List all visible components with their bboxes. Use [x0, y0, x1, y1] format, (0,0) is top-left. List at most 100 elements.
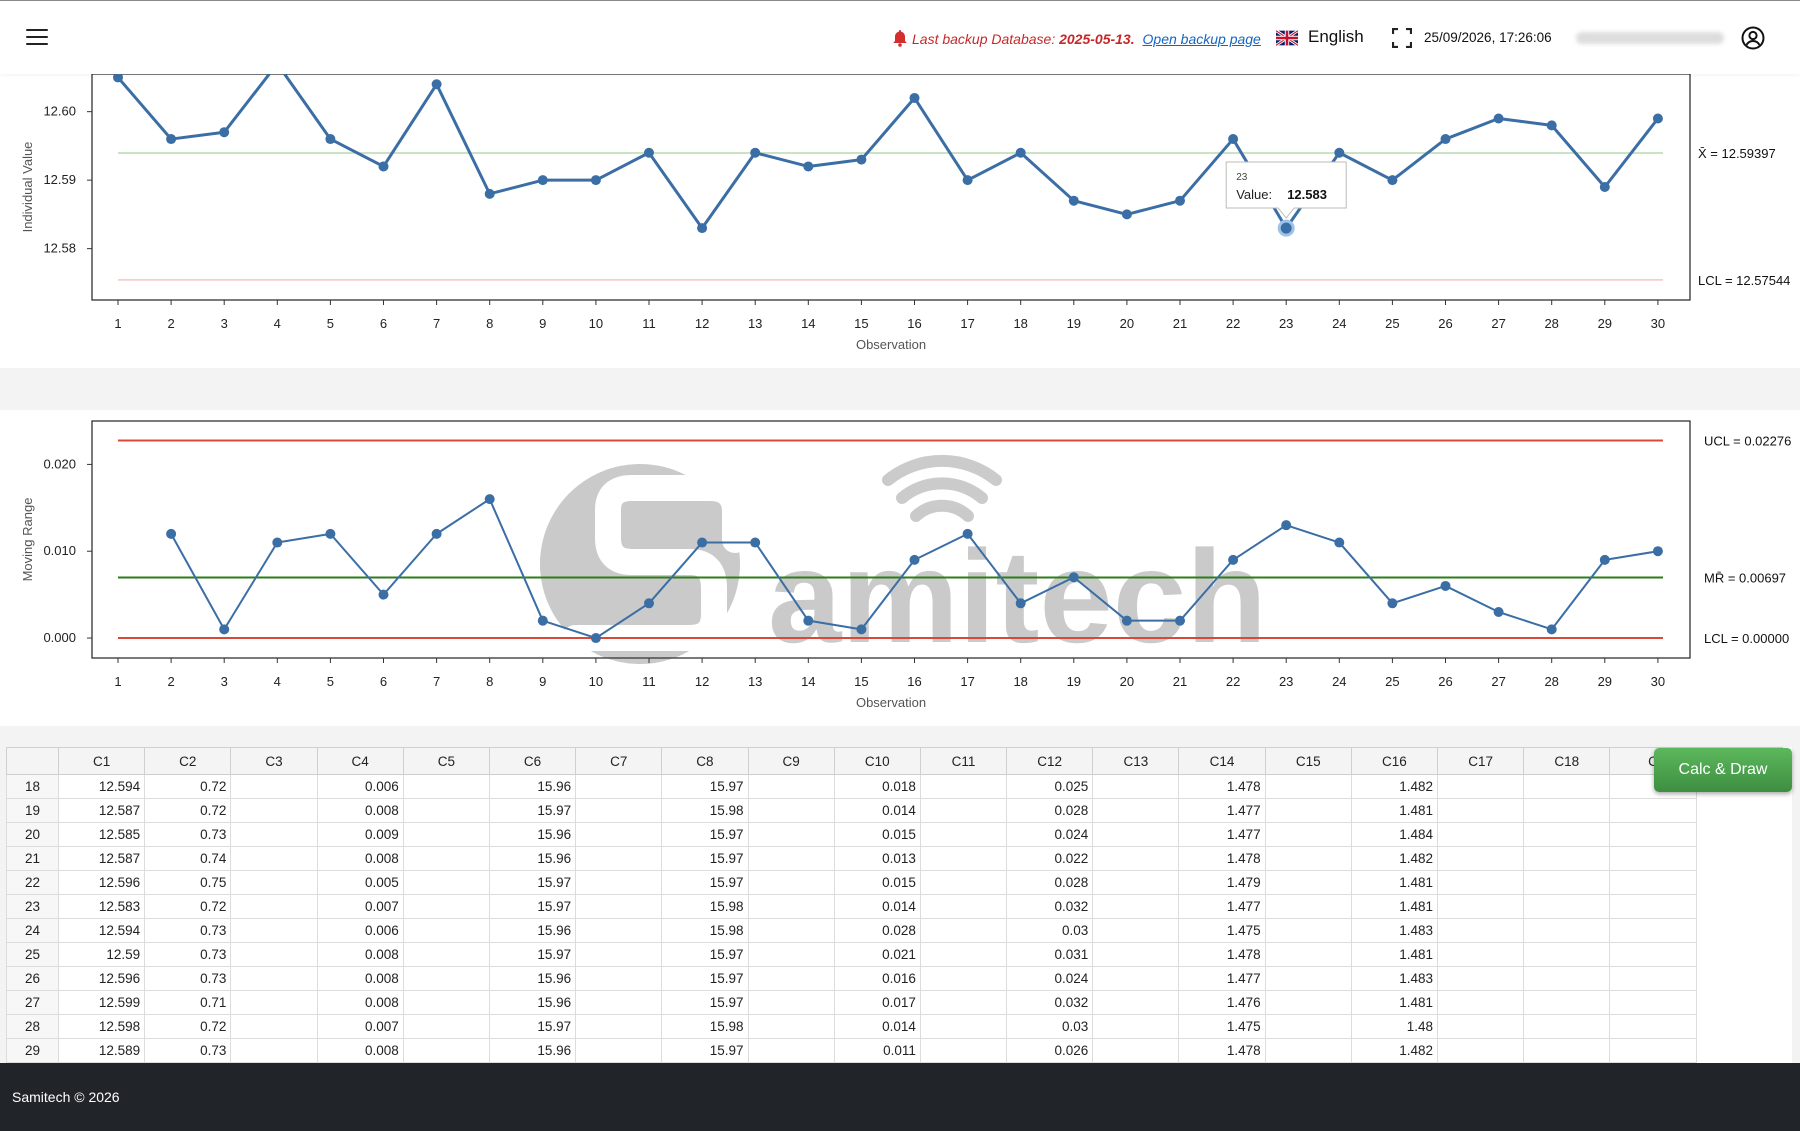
table-cell[interactable] [919, 870, 1008, 895]
table-cell[interactable] [1092, 918, 1180, 943]
table-cell[interactable]: 15.97 [488, 870, 577, 895]
table-cell[interactable]: 0.014 [833, 798, 921, 823]
table-cell[interactable] [1436, 1014, 1525, 1039]
table-cell[interactable] [747, 846, 835, 871]
table-cell[interactable] [1264, 1014, 1352, 1039]
table-cell[interactable] [575, 1014, 663, 1039]
column-header[interactable]: C10 [833, 747, 921, 775]
table-cell[interactable]: 0.032 [1006, 990, 1094, 1015]
table-cell[interactable] [747, 774, 835, 799]
table-cell[interactable] [1092, 774, 1180, 799]
table-cell[interactable]: 0.014 [833, 894, 921, 919]
table-cell[interactable] [575, 966, 663, 991]
table-cell[interactable] [747, 990, 835, 1015]
table-cell[interactable] [1264, 894, 1352, 919]
column-header[interactable]: C7 [575, 747, 663, 775]
table-cell[interactable] [1609, 870, 1697, 895]
table-cell[interactable]: 1.481 [1350, 990, 1439, 1015]
table-cell[interactable]: 0.017 [833, 990, 921, 1015]
table-cell[interactable] [1436, 822, 1525, 847]
table-cell[interactable]: 15.97 [661, 942, 749, 967]
table-cell[interactable]: 0.028 [833, 918, 921, 943]
table-cell[interactable]: 15.97 [488, 894, 577, 919]
table-cell[interactable] [230, 990, 318, 1015]
table-cell[interactable] [1264, 798, 1352, 823]
table-cell[interactable]: 15.97 [488, 942, 577, 967]
column-header[interactable]: C16 [1350, 747, 1439, 775]
table-cell[interactable]: 15.96 [488, 918, 577, 943]
column-header[interactable]: C6 [488, 747, 577, 775]
table-cell[interactable] [1264, 846, 1352, 871]
table-cell[interactable] [575, 870, 663, 895]
table-cell[interactable] [747, 870, 835, 895]
column-header[interactable]: C18 [1523, 747, 1611, 775]
table-cell[interactable]: 1.484 [1350, 822, 1439, 847]
table-cell[interactable]: 0.032 [1006, 894, 1094, 919]
table-cell[interactable]: 1.476 [1178, 990, 1266, 1015]
table-cell[interactable] [1609, 822, 1697, 847]
table-cell[interactable]: 1.477 [1178, 798, 1266, 823]
table-cell[interactable] [1523, 774, 1611, 799]
user-account-icon[interactable] [1741, 26, 1765, 50]
table-cell[interactable] [1523, 894, 1611, 919]
table-cell[interactable]: 0.72 [144, 894, 232, 919]
table-cell[interactable]: 0.008 [316, 846, 404, 871]
table-cell[interactable] [575, 942, 663, 967]
table-cell[interactable] [230, 894, 318, 919]
table-cell[interactable]: 0.018 [833, 774, 921, 799]
table-cell[interactable] [1609, 918, 1697, 943]
table-cell[interactable]: 1.477 [1178, 894, 1266, 919]
table-cell[interactable]: 12.596 [57, 870, 146, 895]
fullscreen-icon[interactable] [1392, 28, 1412, 48]
table-cell[interactable] [402, 1038, 490, 1063]
table-cell[interactable]: 0.021 [833, 942, 921, 967]
table-cell[interactable] [1609, 846, 1697, 871]
table-cell[interactable]: 0.022 [1006, 846, 1094, 871]
table-cell[interactable]: 1.481 [1350, 942, 1439, 967]
table-cell[interactable]: 12.594 [57, 774, 146, 799]
table-cell[interactable]: 15.96 [488, 774, 577, 799]
table-cell[interactable]: 1.477 [1178, 966, 1266, 991]
table-cell[interactable]: 0.72 [144, 1014, 232, 1039]
table-cell[interactable]: 1.479 [1178, 870, 1266, 895]
table-cell[interactable]: 0.75 [144, 870, 232, 895]
table-cell[interactable]: 1.478 [1178, 1038, 1266, 1063]
table-cell[interactable] [1092, 870, 1180, 895]
table-cell[interactable]: 15.97 [661, 870, 749, 895]
table-cell[interactable]: 12.59 [57, 942, 146, 967]
table-cell[interactable] [747, 822, 835, 847]
table-cell[interactable] [1092, 894, 1180, 919]
table-cell[interactable]: 12.585 [57, 822, 146, 847]
table-cell[interactable] [1092, 942, 1180, 967]
table-cell[interactable] [1092, 966, 1180, 991]
table-cell[interactable] [402, 870, 490, 895]
table-cell[interactable] [1092, 822, 1180, 847]
table-cell[interactable] [402, 966, 490, 991]
table-cell[interactable]: 12.587 [57, 798, 146, 823]
table-cell[interactable] [575, 918, 663, 943]
column-header[interactable]: C11 [919, 747, 1008, 775]
table-cell[interactable] [1609, 1038, 1697, 1063]
column-header[interactable]: C8 [661, 747, 749, 775]
table-cell[interactable]: 15.97 [488, 798, 577, 823]
table-cell[interactable]: 1.481 [1350, 798, 1439, 823]
table-cell[interactable] [747, 1038, 835, 1063]
table-cell[interactable]: 15.97 [661, 822, 749, 847]
table-cell[interactable]: 15.96 [488, 1038, 577, 1063]
table-cell[interactable]: 15.96 [488, 846, 577, 871]
table-cell[interactable]: 0.007 [316, 1014, 404, 1039]
column-header[interactable]: C17 [1436, 747, 1525, 775]
table-cell[interactable] [1523, 966, 1611, 991]
table-cell[interactable]: 0.73 [144, 918, 232, 943]
table-cell[interactable]: 1.475 [1178, 918, 1266, 943]
table-cell[interactable] [402, 822, 490, 847]
column-header[interactable]: C2 [144, 747, 232, 775]
table-cell[interactable]: 12.583 [57, 894, 146, 919]
table-cell[interactable] [747, 1014, 835, 1039]
table-cell[interactable] [230, 822, 318, 847]
table-cell[interactable] [1264, 774, 1352, 799]
table-cell[interactable] [1523, 918, 1611, 943]
table-cell[interactable] [230, 798, 318, 823]
table-cell[interactable]: 1.482 [1350, 774, 1439, 799]
table-cell[interactable] [402, 894, 490, 919]
